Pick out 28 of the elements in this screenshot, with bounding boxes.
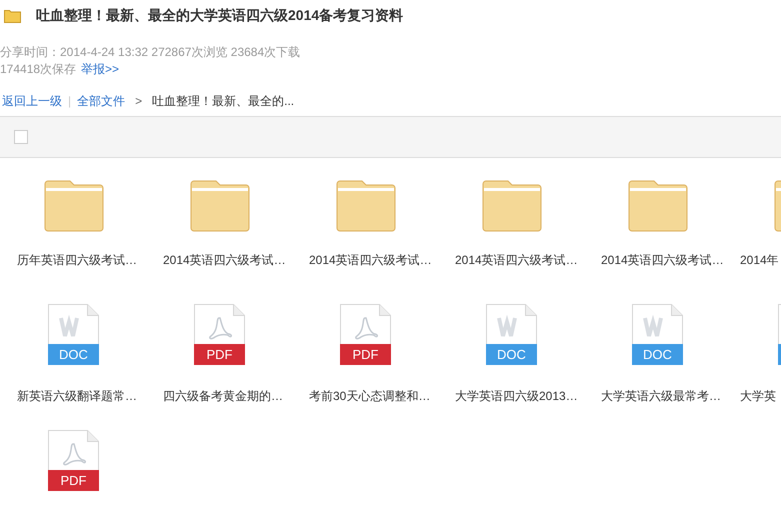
folder-icon[interactable]	[628, 180, 688, 232]
file-name[interactable]: 大学英	[730, 388, 776, 405]
file-name[interactable]: 大学英语四六级2013…	[438, 388, 578, 405]
file-name[interactable]: 2014英语四六级考试…	[438, 252, 578, 269]
folder-title: 吐血整理！最新、最全的大学英语四六级2014备考复习资料	[36, 7, 404, 25]
current-folder: 吐血整理！最新、最全的...	[152, 92, 294, 110]
file-name[interactable]: 2014英语四六级考试…	[584, 252, 724, 269]
folder-icon	[4, 9, 21, 23]
file-name[interactable]: 2014英语四六级考试…	[292, 252, 432, 269]
breadcrumb-arrow: >	[134, 94, 144, 108]
file-name[interactable]: 新英语六级翻译题常…	[0, 388, 137, 405]
file-name[interactable]: 2014年	[730, 252, 779, 269]
share-info: 分享时间：2014-4-24 13:32 272867次浏览 23684次下载	[0, 44, 302, 61]
save-count: 174418次保存	[0, 61, 76, 78]
folder-icon[interactable]	[482, 180, 542, 232]
file-name[interactable]: 2014英语四六级考试…	[146, 252, 286, 269]
file-name[interactable]: 四六级备考黄金期的…	[146, 388, 283, 405]
back-link[interactable]: 返回上一级	[2, 92, 62, 110]
file-name[interactable]: 历年英语四六级考试…	[0, 252, 137, 269]
file-name[interactable]: 考前30天心态调整和…	[292, 388, 430, 405]
report-link[interactable]: 举报>>	[81, 61, 120, 78]
separator: |	[68, 94, 72, 108]
select-all-checkbox[interactable]	[14, 130, 28, 144]
folder-icon[interactable]	[44, 180, 104, 232]
folder-icon[interactable]	[190, 180, 250, 232]
all-files-link[interactable]: 全部文件	[77, 92, 126, 110]
folder-icon[interactable]	[336, 180, 396, 232]
file-name[interactable]: 大学英语六级最常考…	[584, 388, 721, 405]
